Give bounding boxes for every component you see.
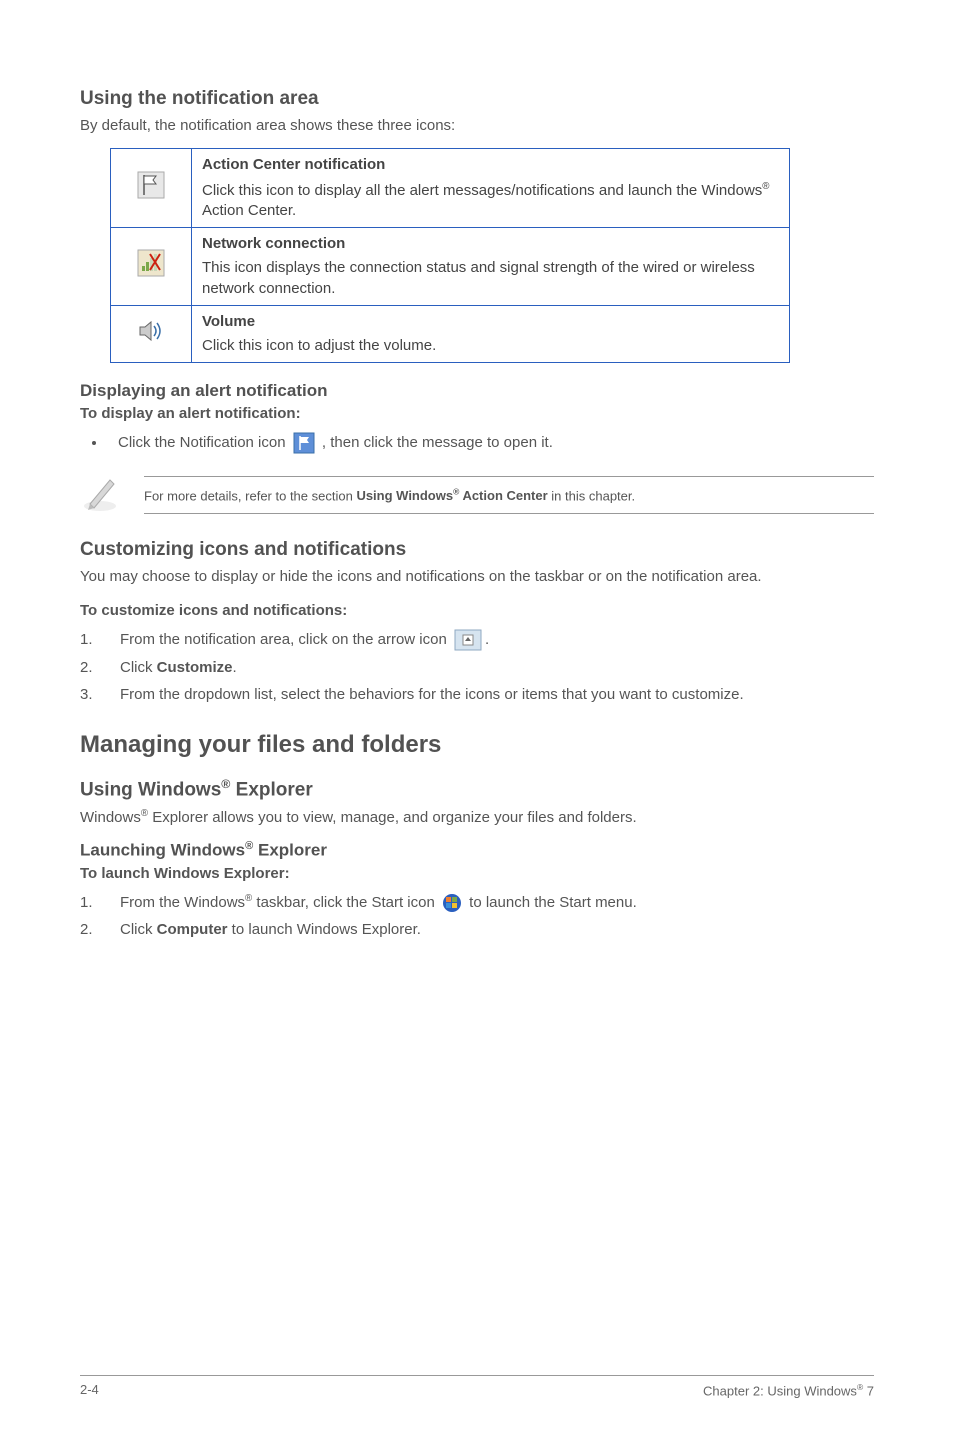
step-pre-a: From the Windows bbox=[120, 894, 245, 911]
network-icon-cell bbox=[111, 228, 192, 306]
heading-post: Explorer bbox=[230, 779, 312, 800]
action-center-icon-cell bbox=[111, 149, 192, 228]
para-intro: By default, the notification area shows … bbox=[80, 116, 874, 136]
bullet-alert: Click the Notification icon , then click… bbox=[80, 432, 874, 454]
cell-desc-pre: Click this icon to display all the alert… bbox=[202, 182, 762, 199]
heading-post: Explorer bbox=[253, 841, 327, 860]
step-pre: Click bbox=[120, 921, 157, 938]
note-bold-pre: Using Windows bbox=[356, 488, 453, 503]
step-pre: From the notification area, click on the… bbox=[120, 631, 451, 648]
step-text: From the notification area, click on the… bbox=[120, 629, 874, 651]
heading-alert: Displaying an alert notification bbox=[80, 381, 874, 401]
step-line: 1. From the Windows® taskbar, click the … bbox=[80, 892, 874, 913]
cell-desc-post: Action Center. bbox=[202, 202, 296, 219]
step-pre: Click bbox=[120, 659, 157, 676]
heading-customizing: Customizing icons and notifications bbox=[80, 539, 874, 561]
step-num: 2. bbox=[80, 657, 120, 678]
para-customizing: You may choose to display or hide the ic… bbox=[80, 567, 874, 587]
step-num: 1. bbox=[80, 629, 120, 650]
page-number: 2-4 bbox=[80, 1382, 99, 1398]
sub-launch: To launch Windows Explorer: bbox=[80, 865, 874, 882]
network-desc-cell: Network connection This icon displays th… bbox=[192, 228, 790, 306]
note-pre: For more details, refer to the section bbox=[144, 488, 356, 503]
volume-desc-cell: Volume Click this icon to adjust the vol… bbox=[192, 305, 790, 363]
step-bold: Customize bbox=[157, 659, 233, 676]
cell-title: Action Center notification bbox=[202, 155, 779, 175]
step-text: From the dropdown list, select the behav… bbox=[120, 684, 874, 705]
cell-title: Network connection bbox=[202, 234, 779, 254]
footer-pre: Chapter 2: Using Windows bbox=[703, 1383, 857, 1398]
cell-desc: This icon displays the connection status… bbox=[202, 259, 755, 296]
flag-icon bbox=[293, 432, 315, 454]
action-center-desc-cell: Action Center notification Click this ic… bbox=[192, 149, 790, 228]
sub-alert: To display an alert notification: bbox=[80, 405, 874, 422]
chapter-label: Chapter 2: Using Windows® 7 bbox=[703, 1382, 874, 1398]
table-row: Volume Click this icon to adjust the vol… bbox=[111, 305, 790, 363]
step-line: 2. Click Customize. bbox=[80, 657, 874, 678]
step-line: 1. From the notification area, click on … bbox=[80, 629, 874, 651]
step-post: to launch Windows Explorer. bbox=[228, 921, 421, 938]
arrow-up-icon bbox=[454, 629, 482, 651]
table-row: Network connection This icon displays th… bbox=[111, 228, 790, 306]
step-num: 3. bbox=[80, 684, 120, 705]
volume-icon-cell bbox=[111, 305, 192, 363]
heading-launching: Launching Windows® Explorer bbox=[80, 840, 874, 861]
heading-notification-area: Using the notification area bbox=[80, 88, 874, 110]
cell-desc: Click this icon to display all the alert… bbox=[202, 182, 769, 219]
heading-pre: Launching Windows bbox=[80, 841, 245, 860]
step-text: Click Customize. bbox=[120, 657, 874, 678]
heading-pre: Using Windows bbox=[80, 779, 221, 800]
step-line: 2. Click Computer to launch Windows Expl… bbox=[80, 919, 874, 940]
bullet-pre: Click the Notification icon bbox=[118, 434, 290, 451]
footer-post: 7 bbox=[863, 1383, 874, 1398]
bullet-dot bbox=[92, 441, 96, 445]
page-footer: 2-4 Chapter 2: Using Windows® 7 bbox=[80, 1375, 874, 1398]
para-explorer: Windows® Explorer allows you to view, ma… bbox=[80, 807, 874, 828]
speaker-icon bbox=[136, 329, 166, 346]
bullet-text: Click the Notification icon , then click… bbox=[118, 432, 553, 454]
sub-customize: To customize icons and notifications: bbox=[80, 602, 874, 619]
step-pre-b: taskbar, click the Start icon bbox=[252, 894, 439, 911]
step-line: 3. From the dropdown list, select the be… bbox=[80, 684, 874, 705]
para-pre: Windows bbox=[80, 809, 141, 826]
step-text: Click Computer to launch Windows Explore… bbox=[120, 919, 874, 940]
note-bold-post: Action Center bbox=[459, 488, 547, 503]
step-text: From the Windows® taskbar, click the Sta… bbox=[120, 892, 874, 913]
icons-table: Action Center notification Click this ic… bbox=[110, 148, 790, 363]
step-post: . bbox=[485, 631, 489, 648]
heading-managing: Managing your files and folders bbox=[80, 731, 874, 759]
cell-desc: Click this icon to adjust the volume. bbox=[202, 337, 436, 354]
note-post: in this chapter. bbox=[548, 488, 635, 503]
windows-start-icon bbox=[442, 893, 462, 913]
step-bold: Computer bbox=[157, 921, 228, 938]
pencil-icon bbox=[80, 470, 124, 519]
step-post: to launch the Start menu. bbox=[469, 894, 637, 911]
note-text: For more details, refer to the section U… bbox=[144, 476, 874, 514]
network-icon bbox=[136, 265, 166, 282]
reg-mark: ® bbox=[762, 181, 769, 192]
step-num: 1. bbox=[80, 892, 120, 913]
bullet-post: , then click the message to open it. bbox=[322, 434, 553, 451]
table-row: Action Center notification Click this ic… bbox=[111, 149, 790, 228]
cell-title: Volume bbox=[202, 312, 779, 332]
step-post: . bbox=[233, 659, 237, 676]
reg-mark: ® bbox=[141, 808, 148, 819]
heading-explorer: Using Windows® Explorer bbox=[80, 777, 874, 801]
note: For more details, refer to the section U… bbox=[80, 470, 874, 519]
para-post: Explorer allows you to view, manage, and… bbox=[148, 809, 637, 826]
flag-icon bbox=[136, 187, 166, 204]
step-num: 2. bbox=[80, 919, 120, 940]
